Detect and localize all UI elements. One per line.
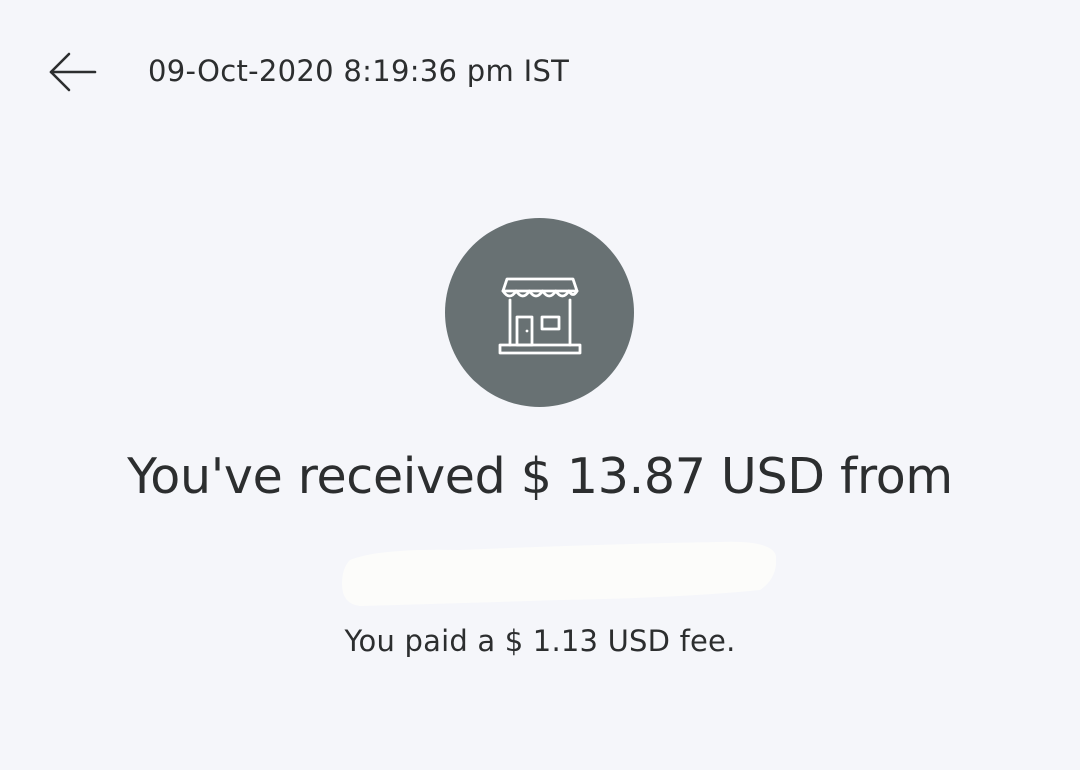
- arrow-left-icon: [49, 52, 97, 92]
- sender-name-redaction: [342, 541, 776, 606]
- transaction-details-screen: 09-Oct-2020 8:19:36 pm IST You've receiv: [0, 0, 1080, 770]
- transaction-timestamp: 09-Oct-2020 8:19:36 pm IST: [148, 54, 570, 88]
- storefront-icon: [498, 277, 581, 354]
- received-amount-headline: You've received $ 13.87 USD from: [127, 448, 953, 505]
- back-button[interactable]: [38, 40, 108, 104]
- merchant-avatar: [445, 218, 634, 407]
- fee-text: You paid a $ 1.13 USD fee.: [344, 624, 736, 658]
